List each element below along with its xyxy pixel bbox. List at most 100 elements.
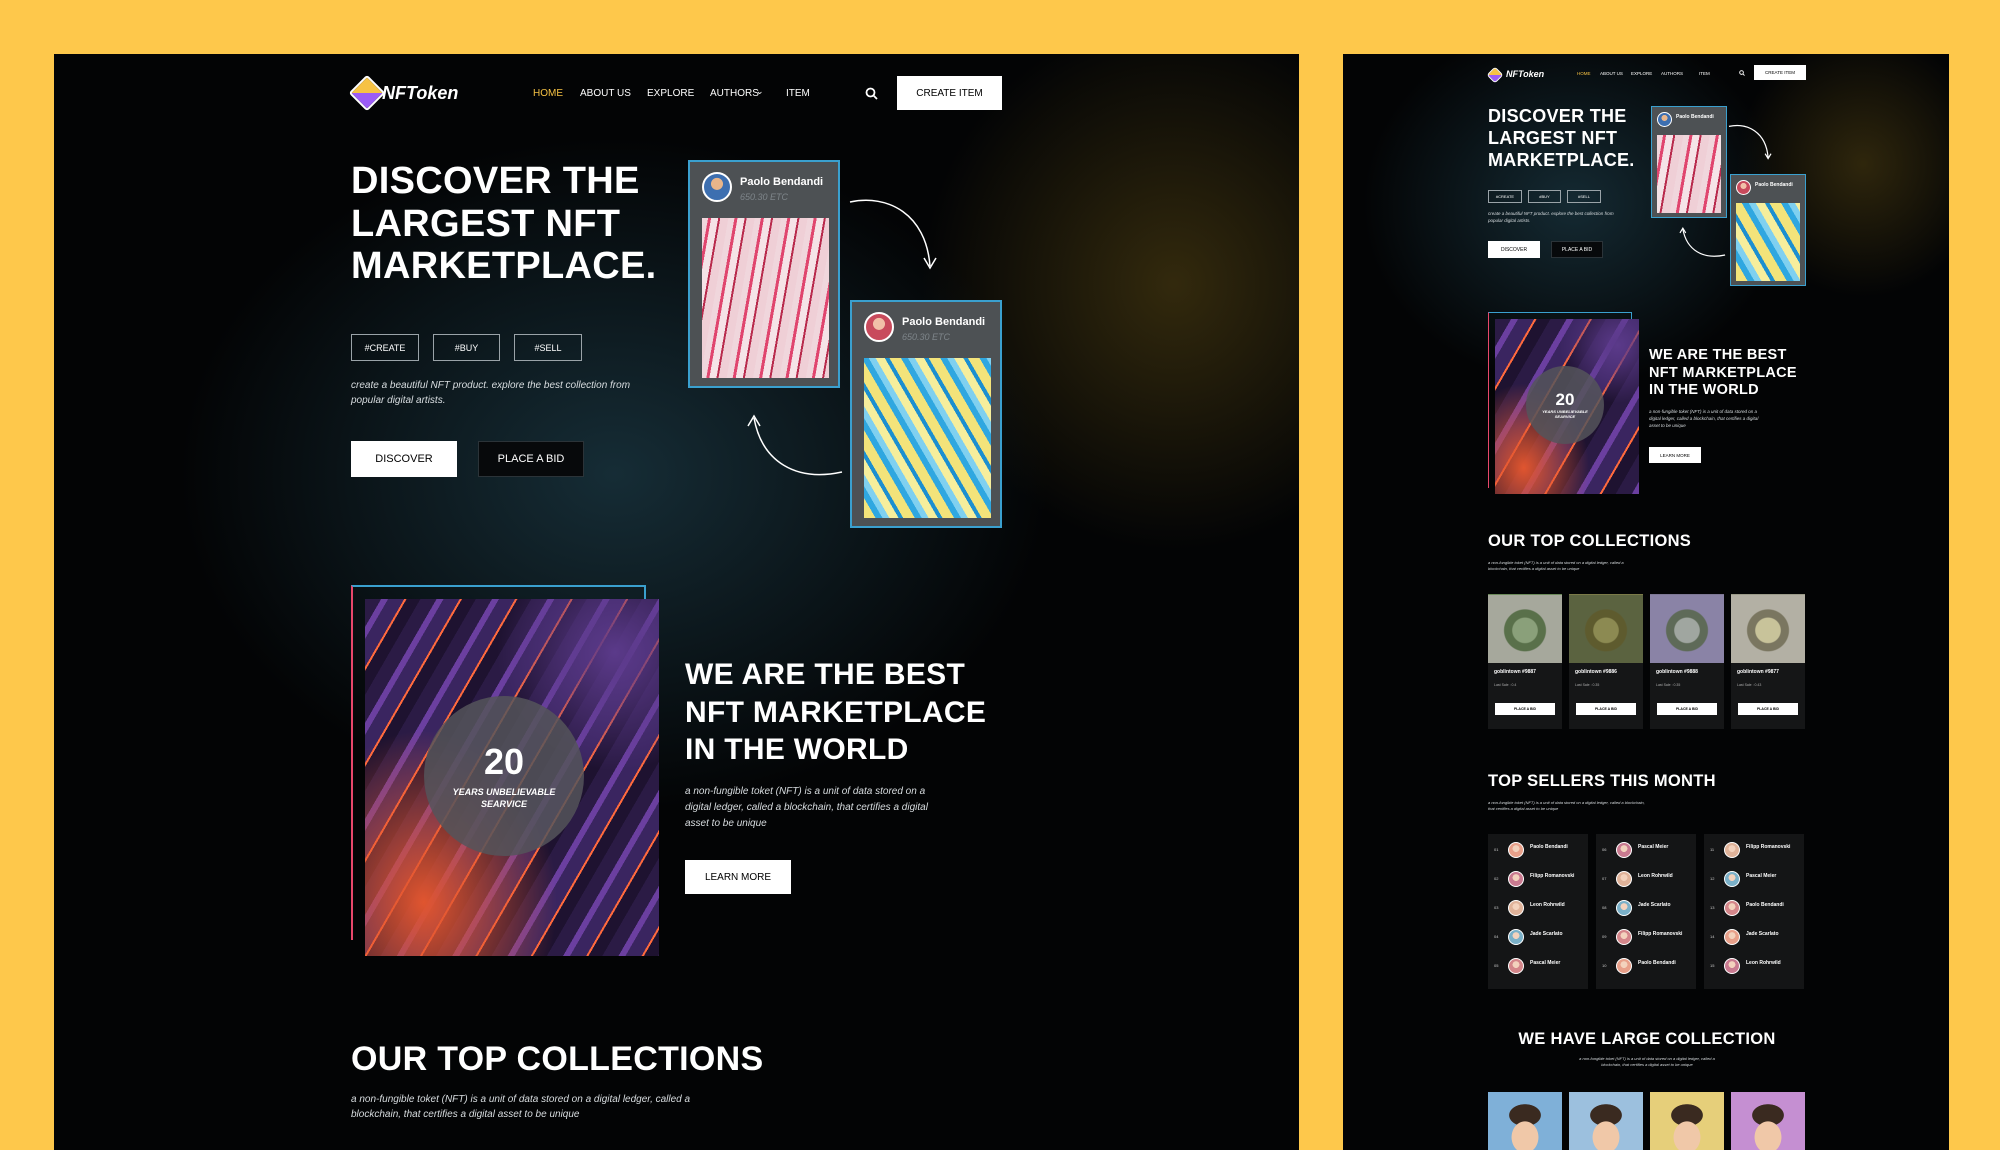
nav-home[interactable]: HOME: [1577, 71, 1591, 76]
seller-rank: 03: [1494, 905, 1499, 910]
full-page-preview: NFToken HOME ABOUT US EXPLORE AUTHORS IT…: [1343, 54, 1949, 1150]
seller-name: Paolo Bendandi: [1638, 960, 1676, 966]
nav-home[interactable]: HOME: [533, 88, 563, 99]
collections-title: OUR TOP COLLECTIONS: [1488, 532, 1692, 550]
tag-buy[interactable]: #BUY: [1528, 190, 1561, 203]
seller-name: Leon Rohrwild: [1530, 902, 1565, 908]
card-price: 650.30 ETC: [740, 192, 789, 202]
nav-item[interactable]: ITEM: [786, 88, 810, 99]
seller-row[interactable]: 04 Jade Scarlato: [1494, 927, 1590, 947]
about-title-line2: NFT MARKETPLACE: [1649, 364, 1797, 381]
nav-about[interactable]: ABOUT US: [1600, 71, 1623, 76]
about-title-line2: NFT MARKETPLACE: [685, 695, 987, 729]
brand-name[interactable]: NFToken: [1506, 69, 1544, 79]
place-bid-button[interactable]: PLACE A BID: [1576, 703, 1636, 715]
nft-card[interactable]: Paolo Bendandi: [1651, 106, 1727, 218]
collection-card[interactable]: goblintown #9887 Last Sale : 0.4 PLACE A…: [1488, 594, 1562, 729]
search-icon[interactable]: [1739, 70, 1745, 76]
hero-title-line2: LARGEST NFT: [351, 202, 621, 245]
seller-row[interactable]: 12 Pascal Meier: [1710, 869, 1806, 889]
about-title: WE ARE THE BEST NFT MARKETPLACE IN THE W…: [685, 656, 986, 769]
hero-description-line2: popular digital artists.: [1488, 217, 1531, 223]
collections-description-line1: a non-fungible toket (NFT) is a unit of …: [351, 1094, 691, 1105]
hero-description-line2: popular digital artists.: [351, 395, 446, 406]
seller-row[interactable]: 13 Paolo Bendandi: [1710, 898, 1806, 918]
seller-row[interactable]: 08 Jade Scarlato: [1602, 898, 1698, 918]
place-bid-button[interactable]: PLACE A BID: [1738, 703, 1798, 715]
avatar: [1736, 180, 1751, 195]
seller-row[interactable]: 07 Leon Rohrwild: [1602, 869, 1698, 889]
seller-row[interactable]: 06 Pascal Meier: [1602, 840, 1698, 860]
logo-icon[interactable]: [348, 74, 386, 112]
card-owner-name: Paolo Bendandi: [1755, 182, 1793, 188]
collections-description: a non-fungible toket (NFT) is a unit of …: [1488, 560, 1624, 572]
seller-avatar: [1508, 958, 1524, 974]
seller-row[interactable]: 10 Paolo Bendandi: [1602, 956, 1698, 976]
learn-more-button[interactable]: LEARN MORE: [685, 860, 791, 894]
seller-row[interactable]: 03 Leon Rohrwild: [1494, 898, 1590, 918]
create-item-button[interactable]: CREATE ITEM: [897, 76, 1002, 110]
nav-about[interactable]: ABOUT US: [580, 88, 631, 99]
tag-create[interactable]: #CREATE: [351, 334, 419, 361]
desktop-preview: NFToken HOME ABOUT US EXPLORE AUTHORS ⌄ …: [54, 54, 1299, 1150]
tag-create[interactable]: #CREATE: [1488, 190, 1522, 203]
about-title: WE ARE THE BEST NFT MARKETPLACE IN THE W…: [1649, 347, 1797, 400]
seller-row[interactable]: 15 Leon Rohrwild: [1710, 956, 1806, 976]
about-title-line1: WE ARE THE BEST: [685, 658, 966, 691]
seller-rank: 06: [1602, 847, 1607, 852]
seller-row[interactable]: 02 Filipp Romanovski: [1494, 869, 1590, 889]
seller-row[interactable]: 01 Paolo Bendandi: [1494, 840, 1590, 860]
collection-card[interactable]: goblintown #9888 Last Sale : 0.35 PLACE …: [1650, 594, 1724, 729]
discover-button[interactable]: DISCOVER: [1488, 241, 1540, 258]
place-bid-button[interactable]: PLACE A BID: [1551, 241, 1603, 258]
place-bid-button[interactable]: PLACE A BID: [478, 441, 584, 477]
discover-button[interactable]: DISCOVER: [351, 441, 457, 477]
seller-name: Filipp Romanovski: [1530, 873, 1575, 879]
collection-last-sale: Last Sale : 0.35: [1575, 683, 1600, 687]
tag-sell[interactable]: #SELL: [1567, 190, 1601, 203]
collections-description-line2: blockchain, that certifies a digital ass…: [351, 1109, 580, 1120]
seller-row[interactable]: 09 Filipp Romanovski: [1602, 927, 1698, 947]
seller-row[interactable]: 11 Filipp Romanovski: [1710, 840, 1806, 860]
brand-name[interactable]: NFToken: [382, 83, 458, 104]
chevron-down-icon[interactable]: ⌄: [756, 86, 764, 97]
nft-card[interactable]: Paolo Bendandi 650.30 ETC: [688, 160, 840, 388]
search-icon[interactable]: [865, 87, 878, 100]
seller-rank: 14: [1710, 934, 1715, 939]
nav-authors[interactable]: AUTHORS: [710, 88, 759, 99]
card-owner-name: Paolo Bendandi: [740, 176, 824, 188]
about-description-line3: asset to be unique: [685, 818, 767, 829]
tag-sell[interactable]: #SELL: [514, 334, 582, 361]
nft-artwork: [1657, 135, 1721, 213]
collection-card[interactable]: goblintown #9886 Last Sale : 0.35 PLACE …: [1569, 594, 1643, 729]
nav-explore[interactable]: EXPLORE: [1631, 71, 1652, 76]
arrow-curve-icon: [1679, 226, 1726, 257]
large-collection-item[interactable]: [1731, 1092, 1805, 1150]
nav-explore[interactable]: EXPLORE: [647, 88, 694, 99]
large-collection-item[interactable]: [1488, 1092, 1562, 1150]
place-bid-button[interactable]: PLACE A BID: [1657, 703, 1717, 715]
place-bid-button[interactable]: PLACE A BID: [1495, 703, 1555, 715]
create-item-button[interactable]: CREATE ITEM: [1754, 65, 1806, 80]
large-collection-item[interactable]: [1650, 1092, 1724, 1150]
seller-rank: 05: [1494, 963, 1499, 968]
nav-item[interactable]: ITEM: [1699, 71, 1710, 76]
sellers-description-line2: that certifies a digital asset to be uni…: [1488, 806, 1559, 811]
about-description-line2: digital ledger, called a blockchain, tha…: [685, 802, 928, 813]
collections-description-line2: blockchain, that certifies a digital ass…: [1488, 566, 1580, 571]
nft-artwork: [864, 358, 991, 518]
hero-title: DISCOVER THE LARGEST NFT MARKETPLACE.: [1488, 106, 1635, 172]
large-collection-item[interactable]: [1569, 1092, 1643, 1150]
nft-card[interactable]: Paolo Bendandi: [1730, 174, 1806, 286]
learn-more-button[interactable]: LEARN MORE: [1649, 447, 1701, 463]
seller-row[interactable]: 14 Jade Scarlato: [1710, 927, 1806, 947]
nav-authors[interactable]: AUTHORS: [1661, 71, 1683, 76]
tag-buy[interactable]: #BUY: [433, 334, 500, 361]
logo-icon[interactable]: [1486, 66, 1504, 84]
about-description-line3: asset to be unique: [1649, 422, 1686, 428]
nft-card[interactable]: Paolo Bendandi 650.30 ETC: [850, 300, 1002, 528]
seller-avatar: [1508, 871, 1524, 887]
about-description-line1: a non-fungible toket (NFT) is a unit of …: [685, 786, 926, 797]
seller-row[interactable]: 05 Pascal Meier: [1494, 956, 1590, 976]
collection-card[interactable]: goblintown #9877 Last Sale : 0.43 PLACE …: [1731, 594, 1805, 729]
